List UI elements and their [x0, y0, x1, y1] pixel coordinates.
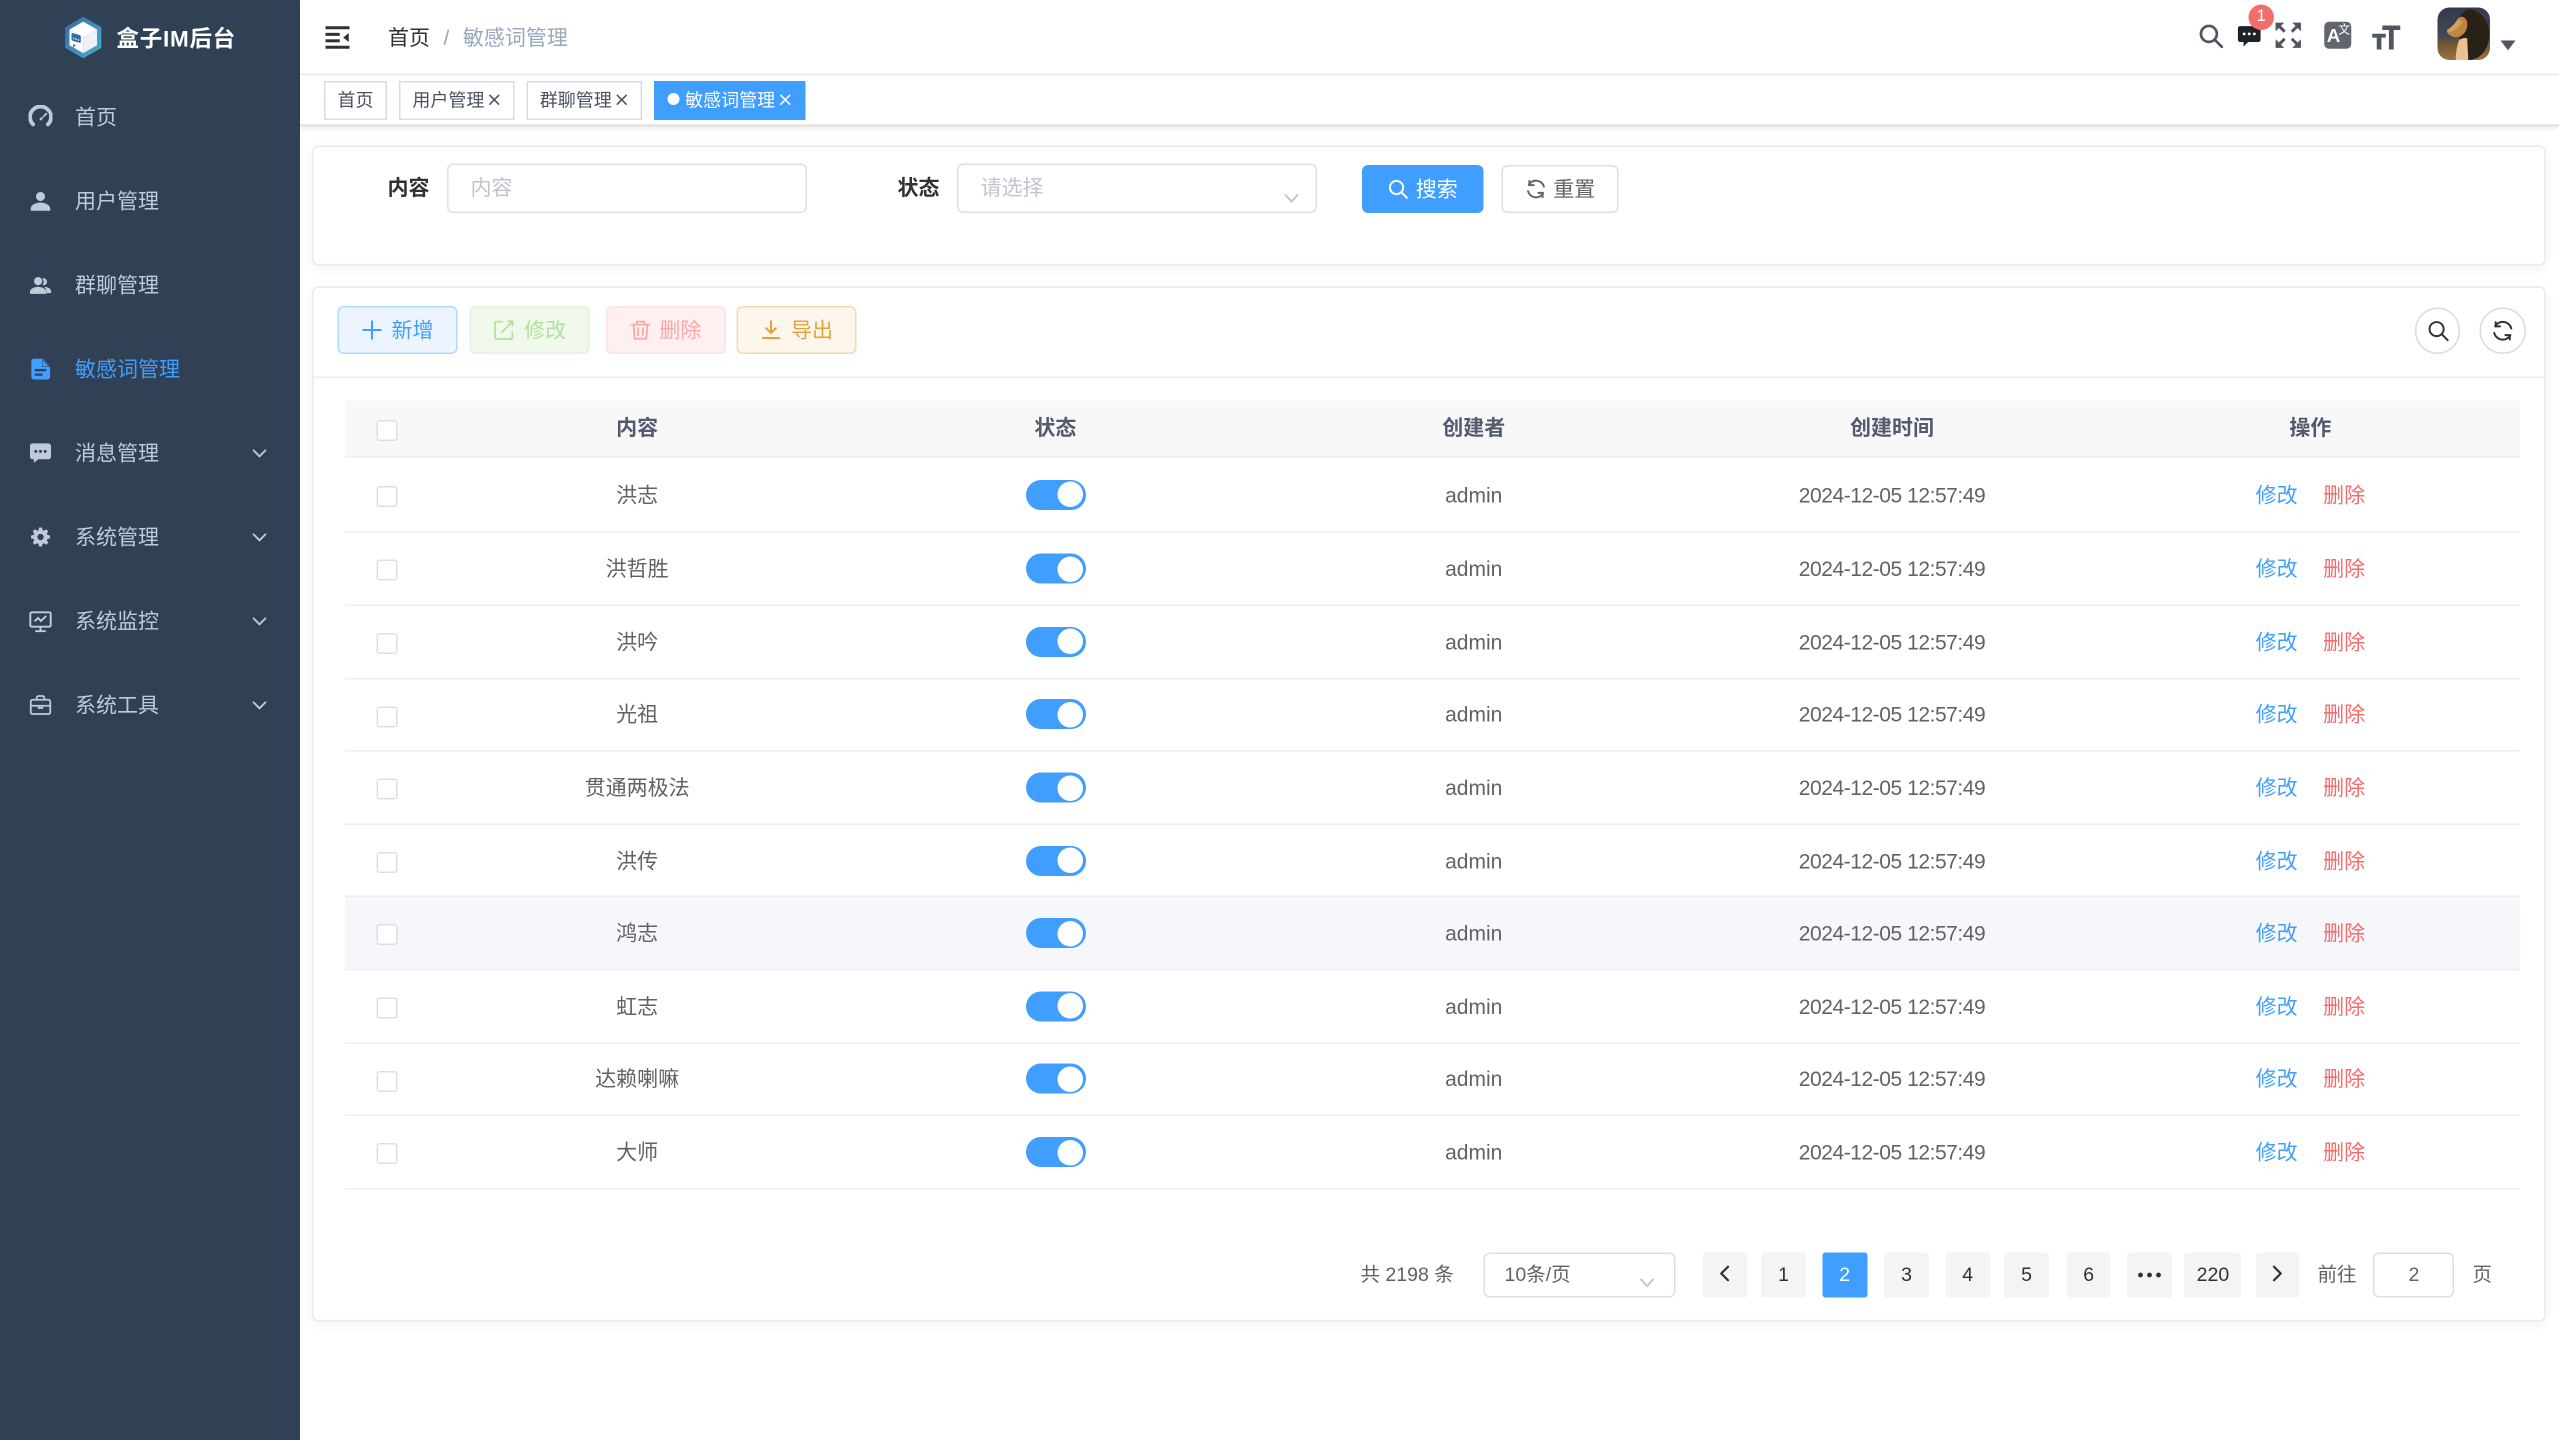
- svg-text:文: 文: [2337, 21, 2349, 36]
